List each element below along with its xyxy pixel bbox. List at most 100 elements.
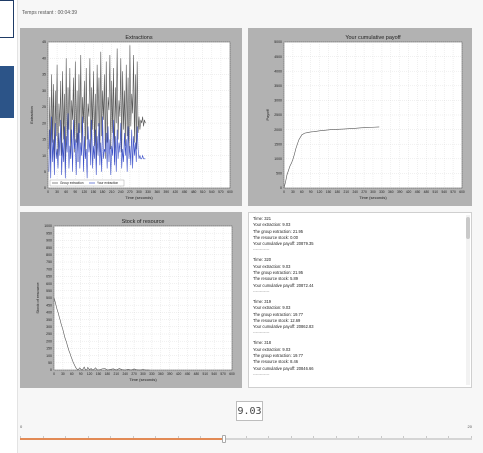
x-tick-label: 210 [109,190,115,194]
x-tick-label: 330 [145,190,151,194]
slider-min-label: 0 [20,424,23,429]
y-tick-label: 850 [46,246,52,250]
log-entry: Time: 318 Your extraction: 9.03 The group … [253,340,463,377]
y-axis-label: Stock of resource [35,282,40,314]
log-separator: ------------ [253,371,270,377]
y-tick-label: 3000 [274,99,282,103]
y-tick-label: 400 [46,311,52,315]
slider-tick [290,436,292,438]
y-tick-label: 40 [42,56,46,60]
x-tick-label: 570 [450,190,456,194]
x-tick-label: 120 [82,190,88,194]
y-tick-label: 0 [50,368,52,372]
log-scrollbar-track[interactable] [466,215,470,385]
payoff-chart-panel: 0 30 60 90 120 150 180 210 240 270 300 330 360 390 420… [248,28,472,206]
x-tick-label: 570 [218,190,224,194]
y-tick-label: 0 [280,186,282,190]
x-tick-label: 510 [203,372,209,376]
y-tick-label: 800 [46,253,52,257]
y-tick-label: 150 [46,347,52,351]
slider-tick [403,436,405,438]
x-tick-label: 450 [185,372,191,376]
x-axis-label: Time (seconds) [129,377,157,382]
y-tick-label: 500 [276,172,282,176]
slider-tick [425,436,427,438]
y-tick-label: 200 [46,339,52,343]
y-axis-label: Extraction [29,106,34,124]
x-tick-label: 120 [317,190,323,194]
history-log[interactable]: Time: 321 Your extraction: 9.03 The group … [248,212,472,388]
x-tick-label: 240 [122,372,128,376]
x-tick-label: 300 [136,190,142,194]
y-tick-label: 2000 [274,128,282,132]
x-tick-label: 450 [182,190,188,194]
y-tick-label: 5000 [274,40,282,44]
slider-tick [335,436,337,438]
x-tick-label: 60 [300,190,304,194]
y-tick-label: 0 [44,186,46,190]
x-tick-label: 360 [154,190,160,194]
y-tick-label: 500 [46,296,52,300]
x-tick-label: 0 [47,190,49,194]
x-tick-label: 0 [283,190,285,194]
log-separator: ------------ [253,288,270,294]
y-tick-label: 600 [46,282,52,286]
x-tick-label: 210 [114,372,120,376]
x-tick-label: 540 [441,190,447,194]
log-entry: Time: 320 Your extraction: 9.03 The group … [253,257,463,294]
slider-handle[interactable] [222,435,227,443]
history-log-content: Time: 321 Your extraction: 9.03 The group … [253,216,463,386]
log-separator: ------------ [253,330,270,336]
y-tick-label: 700 [46,267,52,271]
x-tick-label: 180 [105,372,111,376]
slider-tick [380,436,382,438]
log-scrollbar-thumb[interactable] [466,217,470,239]
x-tick-label: 390 [167,372,173,376]
x-tick-label: 30 [291,190,295,194]
x-axis-label: Time (seconds) [359,195,387,200]
y-tick-label: 4000 [274,69,282,73]
y-tick-label: 35 [42,73,46,77]
y-tick-label: 25 [42,105,46,109]
slider-tick [245,436,247,438]
y-tick-label: 45 [42,40,46,44]
y-tick-label: 300 [46,325,52,329]
extraction-value-display: 9.03 [236,401,263,421]
y-tick-label: 50 [48,361,52,365]
x-tick-label: 210 [344,190,350,194]
slider-tick [358,436,360,438]
y-tick-label: 5 [44,170,46,174]
y-tick-label: 250 [46,332,52,336]
x-tick-label: 420 [173,190,179,194]
sidebar-active-tab[interactable] [0,66,14,118]
y-tick-label: 1500 [274,142,282,146]
x-tick-label: 270 [361,190,367,194]
x-tick-label: 0 [53,372,55,376]
x-tick-label: 90 [309,190,313,194]
x-tick-label: 240 [118,190,124,194]
x-tick-label: 30 [61,372,65,376]
x-tick-label: 240 [352,190,358,194]
x-tick-label: 30 [55,190,59,194]
x-tick-label: 540 [211,372,217,376]
y-tick-label: 2500 [274,113,282,117]
sidebar-panel-edge[interactable] [0,0,14,38]
x-tick-label: 540 [209,190,215,194]
x-tick-label: 270 [127,190,133,194]
x-tick-label: 180 [100,190,106,194]
extraction-slider[interactable]: 0 20 [20,424,472,446]
x-tick-label: 510 [433,190,439,194]
x-tick-label: 390 [164,190,170,194]
x-tick-label: 420 [406,190,412,194]
payoff-chart: 0 30 60 90 120 150 180 210 240 270 300 330 360 390 420… [265,35,465,200]
left-sidebar-edge [0,0,18,453]
y-tick-label: 20 [42,121,46,125]
y-tick-label: 1000 [44,224,52,228]
slider-tick [313,436,315,438]
x-tick-label: 150 [326,190,332,194]
y-tick-label: 950 [46,231,52,235]
extractions-chart: 0 30 60 90 120 150 180 210 240 270 300 330 360 390 420… [29,35,233,200]
y-tick-label: 4500 [274,55,282,59]
x-tick-label: 450 [415,190,421,194]
time-remaining: Temps restant : 00:04:39 [22,10,78,16]
